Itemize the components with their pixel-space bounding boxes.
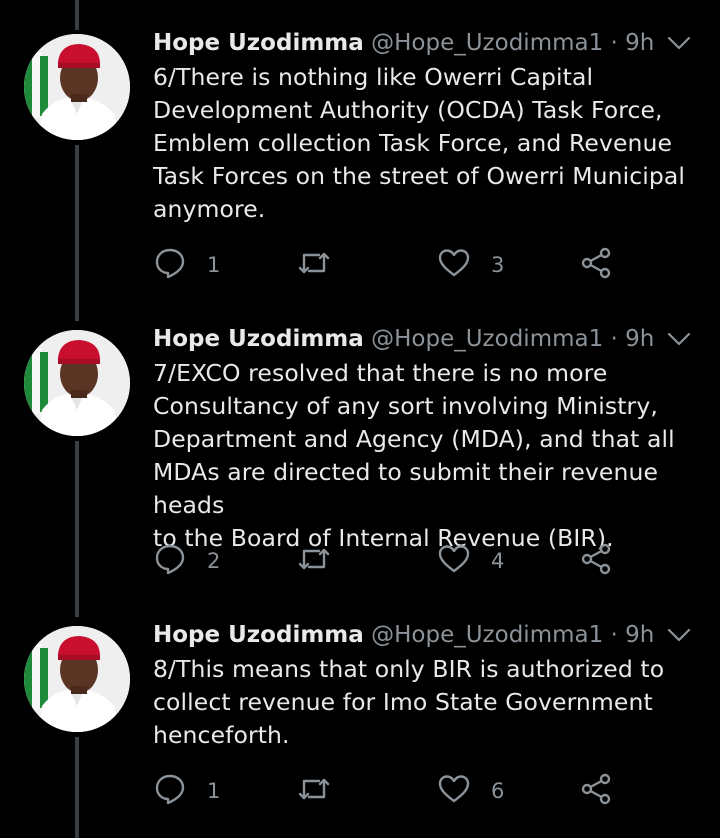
reply-button[interactable]: 1 [153,245,220,285]
tweet-text: 7/EXCO resolved that there is no more Co… [153,359,675,552]
tweet-text: 8/This means that only BIR is authorized… [153,655,665,749]
share-button[interactable] [579,541,613,581]
reply-count: 1 [207,253,221,277]
share-icon [579,246,613,285]
reply-count: 2 [207,549,221,573]
tweet-actions: 1 3 [153,245,623,285]
chevron-down-icon[interactable] [666,326,692,352]
user-handle[interactable]: @Hope_Uzodimma1 [371,326,603,352]
user-handle[interactable]: @Hope_Uzodimma1 [371,30,603,56]
tweet-header: Hope Uzodimma @Hope_Uzodimma1 · 9h [153,26,690,60]
timestamp[interactable]: 9h [625,30,654,56]
share-icon [579,542,613,581]
share-button[interactable] [579,771,613,811]
retweet-icon [297,542,331,581]
like-button[interactable]: 4 [437,541,504,581]
like-count: 6 [491,779,505,803]
reply-button[interactable]: 1 [153,771,220,811]
like-button[interactable]: 3 [437,245,504,285]
share-icon [579,772,613,811]
display-name[interactable]: Hope Uzodimma [153,30,364,56]
chevron-down-icon[interactable] [666,30,692,56]
user-handle[interactable]: @Hope_Uzodimma1 [371,622,603,648]
tweet[interactable]: Hope Uzodimma @Hope_Uzodimma1 · 9h 7/EXC… [0,322,720,592]
like-button[interactable]: 6 [437,771,504,811]
separator-dot: · [610,622,618,648]
separator-dot: · [610,30,618,56]
retweet-icon [297,246,331,285]
retweet-button[interactable] [297,771,351,811]
timestamp[interactable]: 9h [625,622,654,648]
reply-icon [153,772,187,811]
tweet-header: Hope Uzodimma @Hope_Uzodimma1 · 9h [153,618,690,652]
tweet-header: Hope Uzodimma @Hope_Uzodimma1 · 9h [153,322,690,356]
like-count: 3 [491,253,505,277]
reply-icon [153,246,187,285]
reply-count: 1 [207,779,221,803]
reply-button[interactable]: 2 [153,541,220,581]
like-icon [437,246,471,285]
tweet-actions: 2 4 [153,541,623,581]
avatar[interactable] [24,330,130,436]
tweet-text: 6/There is nothing like Owerri Capital D… [153,63,686,223]
avatar[interactable] [24,34,130,140]
avatar[interactable] [24,626,130,732]
chevron-down-icon[interactable] [666,622,692,648]
tweet-actions: 1 6 [153,771,623,811]
tweet[interactable]: Hope Uzodimma @Hope_Uzodimma1 · 9h 8/Thi… [0,618,720,828]
like-icon [437,772,471,811]
display-name[interactable]: Hope Uzodimma [153,326,364,352]
like-icon [437,542,471,581]
like-count: 4 [491,549,505,573]
retweet-button[interactable] [297,541,351,581]
separator-dot: · [610,326,618,352]
timestamp[interactable]: 9h [625,326,654,352]
retweet-button[interactable] [297,245,351,285]
retweet-icon [297,772,331,811]
reply-icon [153,542,187,581]
tweet[interactable]: Hope Uzodimma @Hope_Uzodimma1 · 9h 6/The… [0,26,720,296]
display-name[interactable]: Hope Uzodimma [153,622,364,648]
share-button[interactable] [579,245,613,285]
